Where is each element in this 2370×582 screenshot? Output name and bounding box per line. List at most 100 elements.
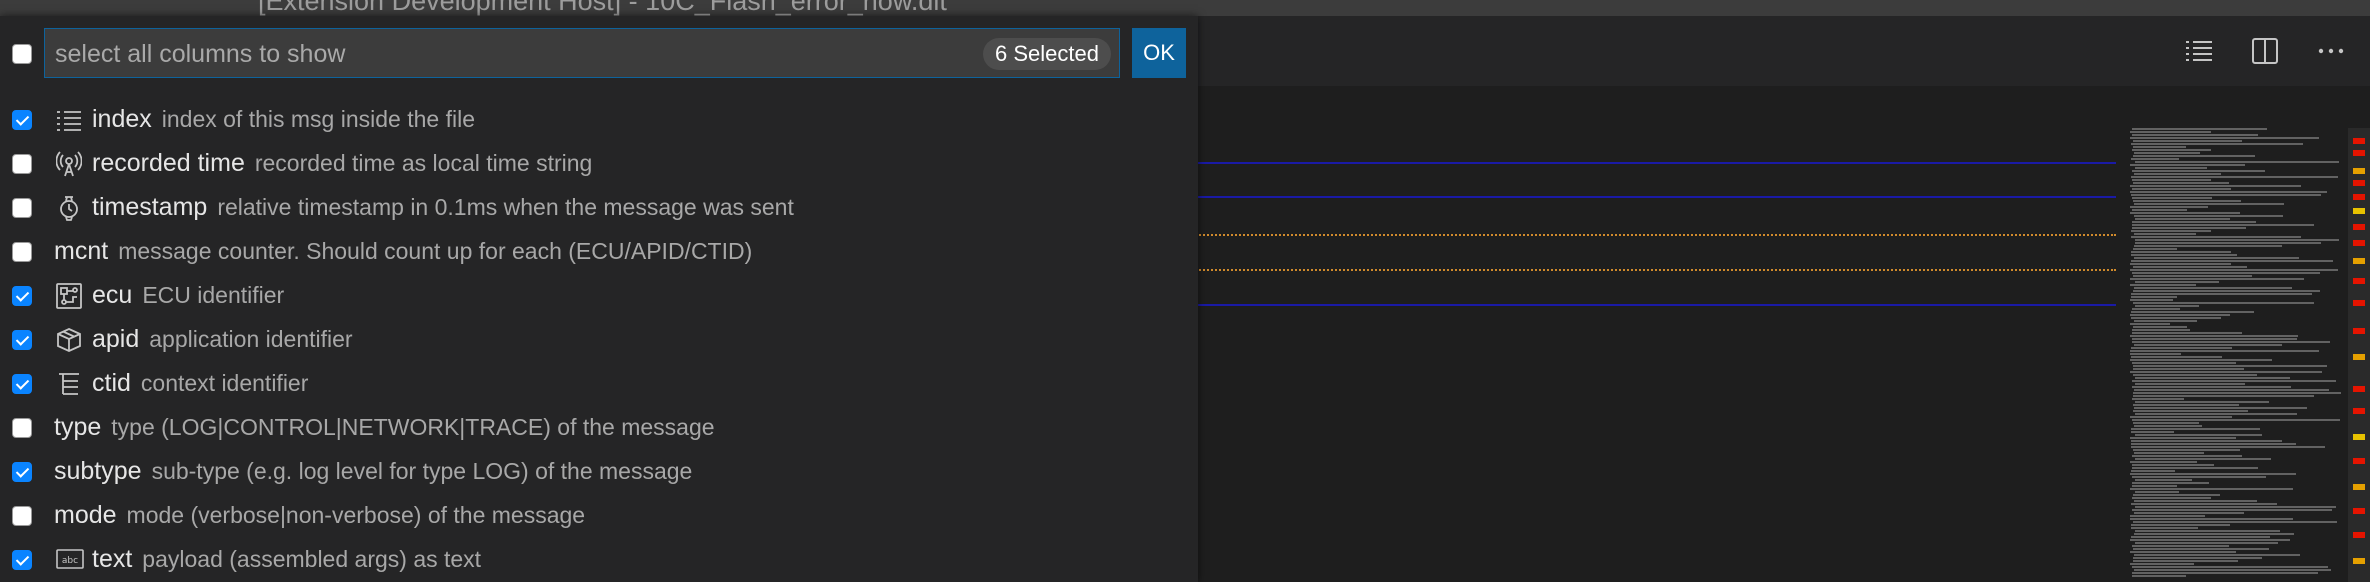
minimap-line bbox=[2134, 569, 2331, 571]
minimap-line bbox=[2132, 128, 2267, 130]
minimap-line bbox=[2131, 260, 2333, 262]
item-checkbox[interactable] bbox=[12, 154, 32, 174]
minimap-line bbox=[2133, 557, 2262, 559]
minimap[interactable] bbox=[2126, 128, 2348, 582]
minimap-line bbox=[2133, 395, 2314, 397]
minimap-line bbox=[2133, 140, 2242, 142]
list-item[interactable]: mcnt message counter. Should count up for… bbox=[0, 230, 1198, 274]
item-checkbox[interactable] bbox=[12, 110, 32, 130]
item-description: context identifier bbox=[140, 370, 309, 396]
minimap-line bbox=[2134, 407, 2307, 409]
item-description: type (LOG|CONTROL|NETWORK|TRACE) of the … bbox=[111, 414, 715, 440]
minimap-line bbox=[2135, 458, 2271, 460]
item-label: subtype sub-type (e.g. log level for type… bbox=[54, 457, 693, 485]
item-label: ctid context identifier bbox=[92, 369, 309, 397]
minimap-line bbox=[2132, 329, 2190, 331]
item-label: type type (LOG|CONTROL|NETWORK|TRACE) of … bbox=[54, 413, 715, 441]
select-all-checkbox[interactable] bbox=[12, 44, 32, 64]
minimap-line bbox=[2131, 440, 2282, 442]
minimap-line bbox=[2134, 512, 2244, 514]
overview-ruler-marker bbox=[2353, 354, 2365, 360]
minimap-line bbox=[2134, 173, 2221, 175]
minimap-line bbox=[2130, 488, 2293, 490]
minimap-line bbox=[2135, 161, 2339, 163]
list-item[interactable]: ecu ECU identifier bbox=[0, 274, 1198, 318]
list-item[interactable]: recorded time recorded time as local time… bbox=[0, 142, 1198, 186]
minimap-line bbox=[2130, 323, 2170, 325]
minimap-line bbox=[2130, 131, 2211, 133]
minimap-line bbox=[2130, 137, 2319, 139]
minimap-line bbox=[2132, 341, 2330, 343]
list-item[interactable]: timestamp relative timestamp in 0.1ms whe… bbox=[0, 186, 1198, 230]
selected-count-badge: 6 Selected bbox=[983, 38, 1111, 70]
split-editor-icon[interactable] bbox=[2246, 32, 2284, 70]
list-item[interactable]: ctid context identifier bbox=[0, 362, 1198, 406]
list-icon bbox=[56, 107, 82, 133]
item-checkbox[interactable] bbox=[12, 462, 32, 482]
minimap-line bbox=[2131, 347, 2232, 349]
item-label: index index of this msg inside the file bbox=[92, 105, 475, 133]
list-item[interactable]: mode mode (verbose|non-verbose) of the me… bbox=[0, 494, 1198, 538]
item-checkbox[interactable] bbox=[12, 418, 32, 438]
minimap-line bbox=[2135, 218, 2230, 220]
circuit-board-icon bbox=[56, 283, 82, 309]
ok-button[interactable]: OK bbox=[1132, 28, 1186, 78]
list-item[interactable]: abc text payload (assembled args) as text bbox=[0, 538, 1198, 582]
item-description: ECU identifier bbox=[142, 282, 285, 308]
minimap-line bbox=[2132, 197, 2212, 199]
minimap-line bbox=[2130, 335, 2298, 337]
minimap-line bbox=[2131, 446, 2325, 448]
minimap-line bbox=[2134, 452, 2204, 454]
item-checkbox[interactable] bbox=[12, 330, 32, 350]
item-checkbox[interactable] bbox=[12, 242, 32, 262]
watch-icon bbox=[56, 195, 82, 221]
item-checkbox[interactable] bbox=[12, 286, 32, 306]
minimap-line bbox=[2131, 311, 2254, 313]
minimap-line bbox=[2132, 485, 2177, 487]
overview-ruler[interactable] bbox=[2348, 128, 2370, 582]
minimap-line bbox=[2132, 227, 2246, 229]
more-actions-icon[interactable] bbox=[2312, 32, 2350, 70]
svg-text:abc: abc bbox=[62, 556, 78, 566]
item-checkbox[interactable] bbox=[12, 374, 32, 394]
minimap-line bbox=[2130, 185, 2301, 187]
package-icon bbox=[56, 327, 82, 353]
minimap-line bbox=[2134, 215, 2283, 217]
list-item[interactable]: apid application identifier bbox=[0, 318, 1198, 362]
item-description: sub-type (e.g. log level for type LOG) o… bbox=[151, 458, 693, 484]
minimap-line bbox=[2132, 464, 2214, 466]
list-view-icon[interactable] bbox=[2180, 32, 2218, 70]
list-item[interactable]: index index of this msg inside the file bbox=[0, 98, 1198, 142]
quick-pick-input[interactable] bbox=[53, 29, 987, 79]
overview-ruler-marker bbox=[2353, 484, 2365, 490]
minimap-line bbox=[2132, 221, 2256, 223]
minimap-line bbox=[2135, 401, 2269, 403]
minimap-line bbox=[2130, 359, 2272, 361]
quick-pick-input-box: 6 Selected bbox=[44, 28, 1120, 79]
minimap-line bbox=[2131, 536, 2270, 538]
item-checkbox[interactable] bbox=[12, 198, 32, 218]
item-description: recorded time as local time string bbox=[254, 150, 593, 176]
minimap-line bbox=[2131, 143, 2303, 145]
minimap-line bbox=[2133, 326, 2187, 328]
item-description: application identifier bbox=[149, 326, 353, 352]
overview-ruler-marker bbox=[2353, 168, 2365, 174]
minimap-line bbox=[2131, 356, 2222, 358]
list-item[interactable]: type type (LOG|CONTROL|NETWORK|TRACE) of … bbox=[0, 406, 1198, 450]
item-checkbox[interactable] bbox=[12, 506, 32, 526]
overview-ruler-marker bbox=[2353, 300, 2365, 306]
minimap-line bbox=[2133, 374, 2257, 376]
minimap-line bbox=[2130, 164, 2245, 166]
list-item[interactable]: subtype sub-type (e.g. log level for type… bbox=[0, 450, 1198, 494]
overview-ruler-marker bbox=[2353, 386, 2365, 392]
overview-ruler-marker bbox=[2353, 240, 2365, 246]
column-list: index index of this msg inside the file r… bbox=[0, 98, 1198, 582]
overview-ruler-marker bbox=[2353, 458, 2365, 464]
item-description: payload (assembled args) as text bbox=[142, 546, 482, 572]
item-label: timestamp relative timestamp in 0.1ms whe… bbox=[92, 193, 794, 221]
item-checkbox[interactable] bbox=[12, 550, 32, 570]
minimap-line bbox=[2132, 509, 2332, 511]
quick-pick: 6 Selected OK indexindex of this msg ins… bbox=[0, 16, 1198, 582]
minimap-line bbox=[2130, 416, 2232, 418]
minimap-line bbox=[2133, 182, 2229, 184]
